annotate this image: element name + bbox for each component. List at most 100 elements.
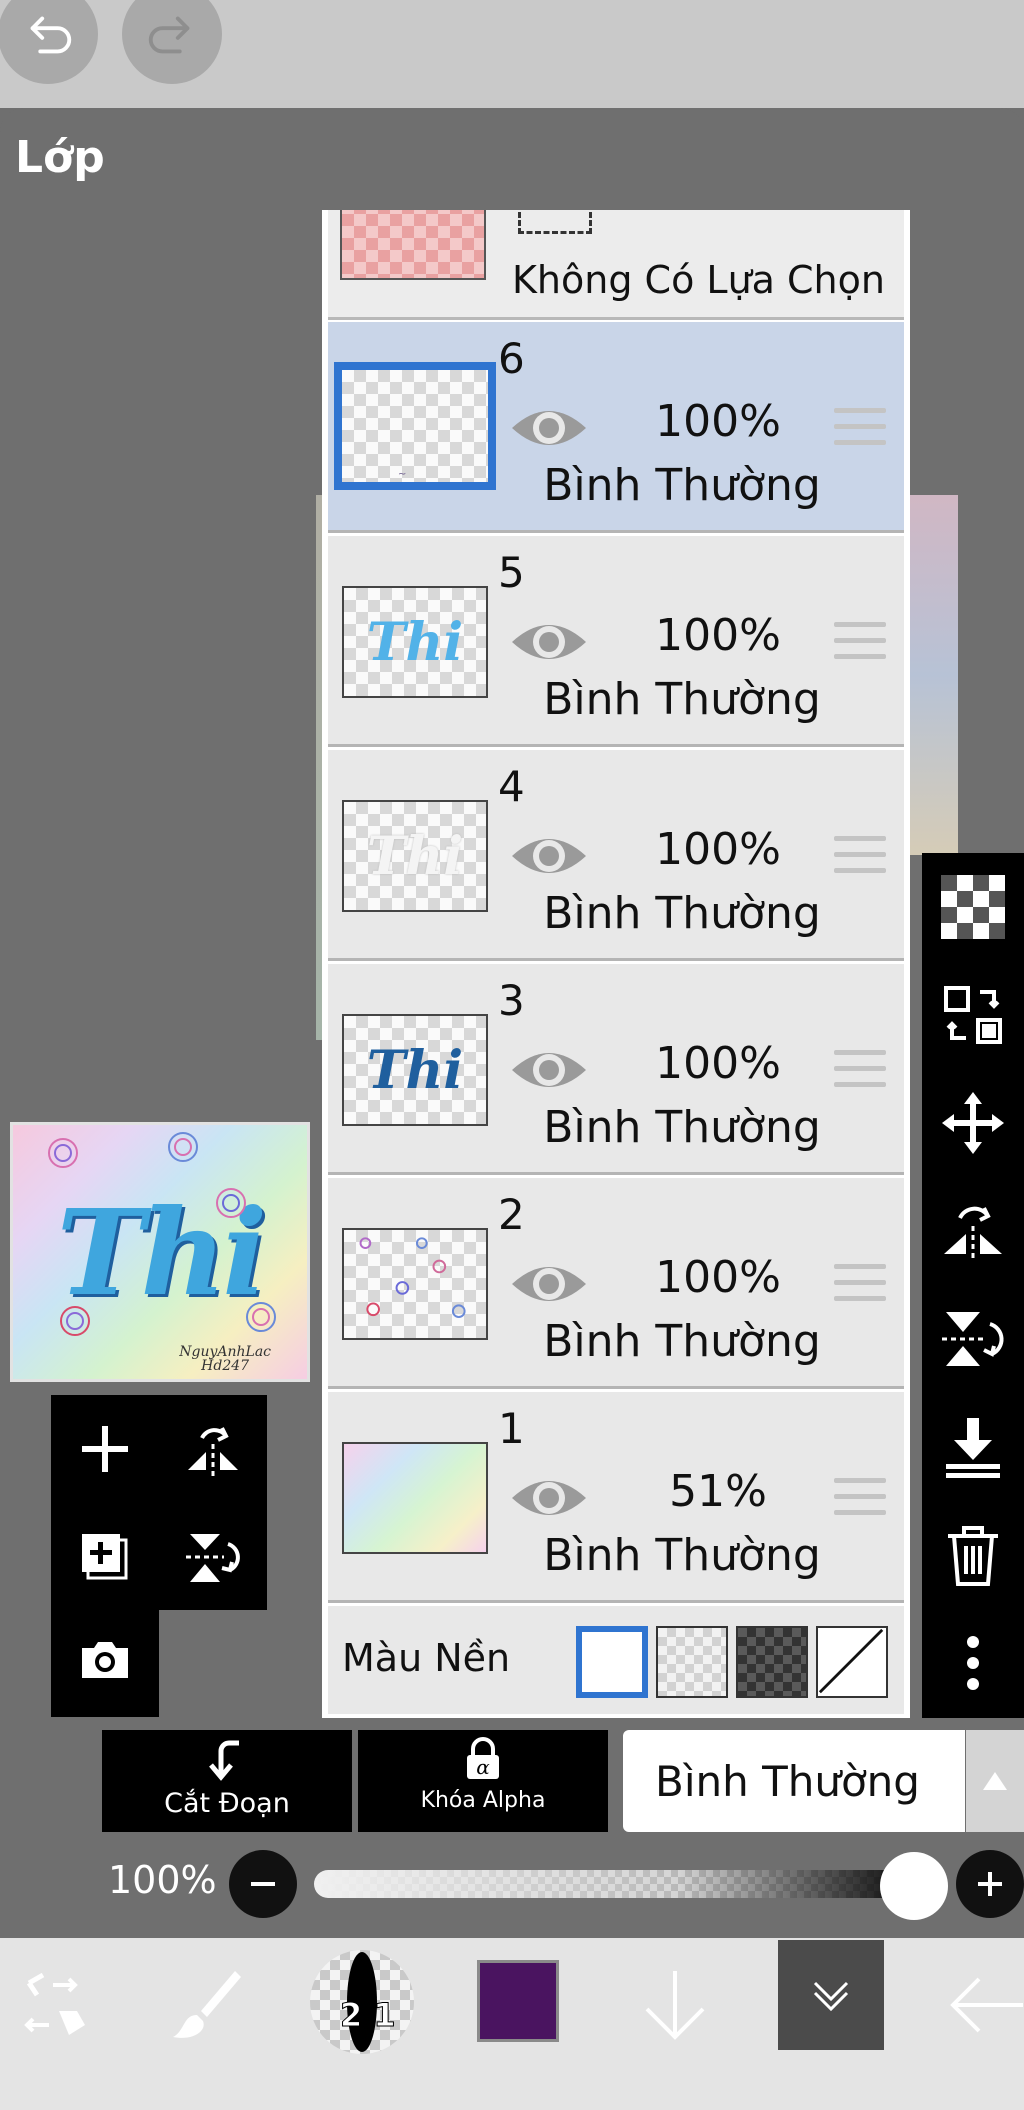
- transform-tool-icon: [24, 1972, 85, 2035]
- opacity-slider-track[interactable]: [314, 1870, 922, 1898]
- plus-icon: [978, 1872, 1002, 1896]
- thumbnail-signature: ~: [398, 469, 407, 480]
- eye-icon[interactable]: [508, 1254, 590, 1314]
- layer-row-4[interactable]: Thi 4 100% Bình Thường: [328, 750, 904, 961]
- eye-icon[interactable]: [508, 612, 590, 672]
- no-background-icon: [818, 1628, 884, 1694]
- layer-blend-mode: Bình Thường: [543, 460, 821, 511]
- brush-tool-button[interactable]: [150, 1950, 260, 2060]
- layer-blend-mode: Bình Thường: [543, 1530, 821, 1581]
- delete-layer-button[interactable]: [922, 1501, 1024, 1609]
- canvas-preview[interactable]: Thi NguyAnhLac Hd247: [10, 1122, 310, 1382]
- thumbnail-text: Thi: [366, 611, 464, 673]
- layer-row-6[interactable]: ~ 6 100% Bình Thường: [328, 322, 904, 533]
- move-icon: [942, 1092, 1004, 1154]
- add-folder-icon: [82, 1534, 128, 1580]
- brush-icon: [173, 1971, 241, 2038]
- drag-handle-icon[interactable]: [834, 1264, 886, 1304]
- layer-row-2[interactable]: 2 100% Bình Thường: [328, 1178, 904, 1389]
- drag-handle-icon[interactable]: [834, 408, 886, 448]
- add-folder-button[interactable]: [51, 1503, 159, 1611]
- flip-horizontal-button[interactable]: [922, 1177, 1024, 1285]
- layer-thumbnail: Thi: [342, 1014, 488, 1126]
- brush-size-indicator[interactable]: 2 1: [310, 1950, 414, 2054]
- move-layer-down-button[interactable]: [620, 1950, 730, 2060]
- canvas-background: [908, 495, 958, 855]
- thumbnail-text: Thi: [366, 825, 464, 887]
- trash-icon: [948, 1526, 998, 1586]
- layer-list[interactable]: Không Có Lựa Chọn ~ 6 100% Bình Thường T…: [322, 210, 910, 1718]
- more-icon: [967, 1636, 979, 1690]
- add-layer-button[interactable]: [51, 1395, 159, 1503]
- flip-vertical-icon: [942, 1312, 1004, 1366]
- drag-handle-icon[interactable]: [834, 836, 886, 876]
- camera-icon: [82, 1642, 128, 1678]
- layer-thumbnail: Thi: [342, 800, 488, 912]
- layer-actions: [51, 1395, 267, 1610]
- opacity-decrease-button[interactable]: [229, 1850, 297, 1918]
- panel-title: Lớp: [15, 132, 105, 183]
- arrow-down-icon: [645, 1971, 705, 2040]
- background-none-swatch[interactable]: [816, 1626, 888, 1698]
- background-dark-check-swatch[interactable]: [736, 1626, 808, 1698]
- merge-down-button[interactable]: [922, 1393, 1024, 1501]
- layer-row-1[interactable]: 1 51% Bình Thường: [328, 1392, 904, 1603]
- layer-blend-mode: Bình Thường: [543, 1102, 821, 1153]
- opacity-increase-button[interactable]: [956, 1850, 1024, 1918]
- clipping-button[interactable]: Cắt Đoạn: [102, 1730, 352, 1832]
- flip-v-icon: [186, 1534, 240, 1582]
- layer-row-5[interactable]: Thi 5 100% Bình Thường: [328, 536, 904, 747]
- layer-opacity: 100%: [655, 610, 781, 661]
- triangle-up-icon: [983, 1772, 1007, 1790]
- merge-down-icon: [946, 1418, 1000, 1478]
- checkerboard-icon: [941, 875, 1005, 939]
- transform-layer-button[interactable]: [922, 961, 1024, 1069]
- drag-handle-icon[interactable]: [834, 622, 886, 662]
- layer-opacity: 100%: [655, 1252, 781, 1303]
- layers-menu-button[interactable]: [778, 1940, 884, 2050]
- layer-number: 3: [498, 976, 525, 1025]
- transform-tool-button[interactable]: [0, 1950, 110, 2060]
- back-button[interactable]: [930, 1950, 1024, 2060]
- layer-thumbnail: Thi: [342, 586, 488, 698]
- layer-row-3[interactable]: Thi 3 100% Bình Thường: [328, 964, 904, 1175]
- eye-icon[interactable]: [508, 1468, 590, 1528]
- current-color-swatch[interactable]: [477, 1960, 559, 2042]
- minus-icon: [251, 1882, 275, 1886]
- drag-handle-icon[interactable]: [834, 1478, 886, 1518]
- preview-signature: NguyAnhLac Hd247: [179, 1344, 271, 1374]
- eye-icon[interactable]: [508, 826, 590, 886]
- background-white-swatch[interactable]: [576, 1626, 648, 1698]
- blend-mode-dropdown[interactable]: [966, 1730, 1024, 1832]
- alpha-lock-label: Khóa Alpha: [420, 1788, 546, 1813]
- eye-icon[interactable]: [508, 1040, 590, 1100]
- camera-action: [51, 1605, 159, 1717]
- back-arrow-icon: [950, 1977, 1023, 2033]
- transform-layer-icon: [944, 986, 1002, 1044]
- flip-h-button[interactable]: [159, 1395, 267, 1503]
- move-button[interactable]: [922, 1069, 1024, 1177]
- checkerboard-button[interactable]: [922, 853, 1024, 961]
- more-options-button[interactable]: [922, 1609, 1024, 1717]
- brush-size-label: 2 1: [340, 1996, 397, 2035]
- alpha-lock-icon: α: [467, 1737, 499, 1779]
- eye-icon[interactable]: [508, 398, 590, 458]
- layer-number: 2: [498, 1190, 525, 1239]
- flip-v-button[interactable]: [159, 1503, 267, 1611]
- background-transparent-swatch[interactable]: [656, 1626, 728, 1698]
- camera-button[interactable]: [51, 1605, 159, 1713]
- thumbnail-text: Thi: [366, 1039, 464, 1101]
- drag-handle-icon[interactable]: [834, 1050, 886, 1090]
- layer-opacity: 100%: [655, 1038, 781, 1089]
- alpha-lock-button[interactable]: α Khóa Alpha: [358, 1730, 608, 1832]
- opacity-slider-knob[interactable]: [880, 1852, 948, 1920]
- circles-thumbnail: [359, 1237, 466, 1319]
- selection-layer[interactable]: Không Có Lựa Chọn: [328, 210, 904, 320]
- flip-vertical-button[interactable]: [922, 1285, 1024, 1393]
- layer-thumbnail: [342, 1442, 488, 1554]
- background-color-row: Màu Nền: [328, 1606, 904, 1714]
- layer-blend-mode: Bình Thường: [543, 674, 821, 725]
- layer-opacity: 100%: [655, 396, 781, 447]
- blend-mode-select[interactable]: Bình Thường: [623, 1730, 965, 1832]
- redo-icon: [148, 16, 190, 54]
